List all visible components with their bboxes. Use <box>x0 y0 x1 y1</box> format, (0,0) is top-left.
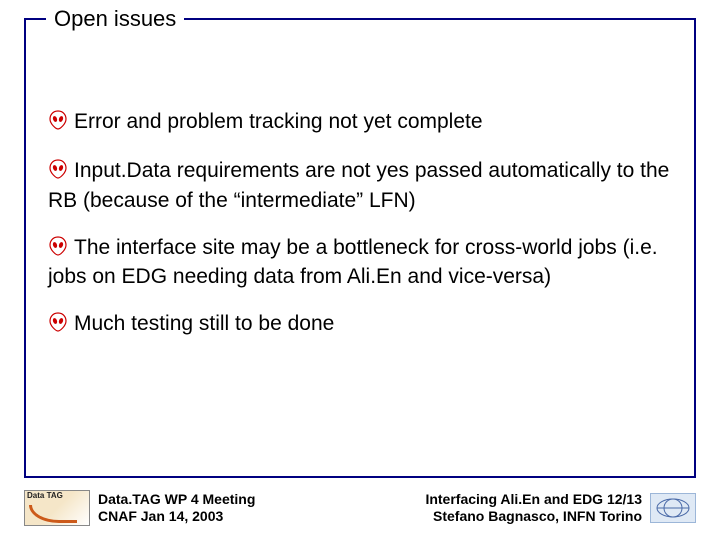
footer-left-text: Data.TAG WP 4 Meeting CNAF Jan 14, 2003 <box>98 491 255 525</box>
logo-left-text: Data TAG <box>27 492 87 500</box>
footer-left-line2: CNAF Jan 14, 2003 <box>98 508 255 525</box>
bullet-text: Error and problem tracking not yet compl… <box>74 110 483 133</box>
slide-title: Open issues <box>54 6 176 31</box>
title-wrap: Open issues <box>46 6 184 32</box>
bullet-item: Input.Data requirements are not yes pass… <box>48 157 672 214</box>
content-area: Error and problem tracking not yet compl… <box>48 108 672 360</box>
bullet-item: Much testing still to be done <box>48 310 672 339</box>
bullet-text: The interface site may be a bottleneck f… <box>48 236 658 288</box>
slide: Open issues Error and problem tracking n… <box>0 0 720 540</box>
bullet-item: Error and problem tracking not yet compl… <box>48 108 672 137</box>
logo-arc-icon <box>29 505 77 523</box>
footer-right-line2: Stefano Bagnasco, INFN Torino <box>425 508 642 525</box>
footer: Data TAG Data.TAG WP 4 Meeting CNAF Jan … <box>24 484 696 532</box>
footer-right-line1: Interfacing Ali.En and EDG 12/13 <box>425 491 642 508</box>
alien-head-icon <box>48 110 68 137</box>
bullet-text: Input.Data requirements are not yes pass… <box>48 159 669 211</box>
infn-logo <box>650 493 696 523</box>
alien-head-icon <box>48 312 68 339</box>
alien-head-icon <box>48 236 68 263</box>
alien-head-icon <box>48 159 68 186</box>
footer-left-line1: Data.TAG WP 4 Meeting <box>98 491 255 508</box>
bullet-text: Much testing still to be done <box>74 312 334 335</box>
datatag-logo: Data TAG <box>24 490 90 526</box>
footer-right-text: Interfacing Ali.En and EDG 12/13 Stefano… <box>425 491 642 525</box>
bullet-item: The interface site may be a bottleneck f… <box>48 234 672 291</box>
